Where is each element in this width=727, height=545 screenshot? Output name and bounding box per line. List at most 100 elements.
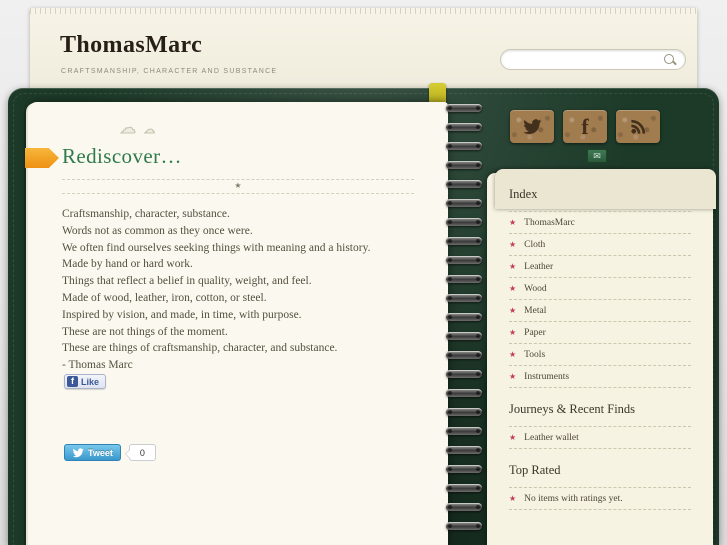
paper-torn-edge <box>30 8 697 14</box>
cloud-doodle-icon: ☁☁ <box>120 118 163 138</box>
post-line: Things that reflect a belief in quality,… <box>62 275 312 288</box>
facebook-like-button[interactable]: f Like <box>64 374 107 389</box>
spiral-ring <box>446 256 482 264</box>
rss-icon <box>630 119 645 134</box>
spiral-ring <box>446 275 482 283</box>
sidebar-item-label: Wood <box>524 283 547 294</box>
sidebar-item-label: Cloth <box>524 239 546 250</box>
tweet-count[interactable]: 0 <box>124 444 156 461</box>
sidebar-item-thomasmarc[interactable]: ★ ThomasMarc <box>509 212 691 234</box>
post-body: Craftsmanship, character, substance. Wor… <box>62 206 427 374</box>
spiral-binding <box>446 104 484 545</box>
like-label: Like <box>81 376 100 387</box>
sidebar-item-label: Metal <box>524 305 547 316</box>
post-line: These are things of craftsmanship, chara… <box>62 342 338 355</box>
search-input[interactable] <box>511 52 661 68</box>
post-line: - Thomas Marc <box>62 359 133 372</box>
sidebar-item-label: ThomasMarc <box>524 217 575 228</box>
sidebar-heading-index: Index <box>509 173 691 212</box>
facebook-icon: f <box>581 113 589 139</box>
spiral-ring <box>446 389 482 397</box>
spiral-ring <box>446 161 482 169</box>
spiral-ring <box>446 180 482 188</box>
sidebar-item-leather[interactable]: ★ Leather <box>509 256 691 278</box>
post-line: Made of wood, leather, iron, cotton, or … <box>62 291 267 304</box>
spiral-ring <box>446 332 482 340</box>
site-title[interactable]: ThomasMarc <box>60 32 202 59</box>
main-panel: ☁☁ Rediscover… ★ Craftsmanship, characte… <box>8 83 719 545</box>
spiral-ring <box>446 142 482 150</box>
spiral-ring <box>446 351 482 359</box>
email-link[interactable]: ✉ <box>587 149 607 163</box>
post-title[interactable]: Rediscover… <box>62 144 182 169</box>
twitter-bird-icon <box>72 447 84 457</box>
star-bullet-icon: ★ <box>509 349 517 359</box>
star-bullet-icon: ★ <box>509 493 517 503</box>
sidebar: Index ★ ThomasMarc ★ Cloth ★ Leather ★ Wood … <box>487 169 716 545</box>
post-line: We often find ourselves seeking things w… <box>62 241 371 254</box>
sidebar-item-tools[interactable]: ★ Tools <box>509 344 691 366</box>
sidebar-item-label: No items with ratings yet. <box>524 493 623 504</box>
sidebar-item-wood[interactable]: ★ Wood <box>509 278 691 300</box>
spiral-ring <box>446 237 482 245</box>
twitter-link[interactable] <box>510 110 554 143</box>
sidebar-item-instruments[interactable]: ★ Instruments <box>509 366 691 388</box>
search-icon[interactable] <box>664 54 677 67</box>
sidebar-item-leather-wallet[interactable]: ★ Leather wallet <box>509 427 691 449</box>
sidebar-heading-top-rated: Top Rated <box>509 449 691 488</box>
spiral-ring <box>446 218 482 226</box>
spiral-ring <box>446 370 482 378</box>
star-bullet-icon: ★ <box>509 432 517 442</box>
tweet-button[interactable]: Tweet <box>64 444 121 461</box>
post-line: Inspired by vision, and made, in time, w… <box>62 308 302 321</box>
star-bullet-icon: ★ <box>509 305 517 315</box>
sidebar-item-paper[interactable]: ★ Paper <box>509 322 691 344</box>
spiral-ring <box>446 484 482 492</box>
spiral-ring <box>446 465 482 473</box>
sidebar-item-no-ratings: ★ No items with ratings yet. <box>509 488 691 510</box>
star-bullet-icon: ★ <box>509 261 517 271</box>
star-bullet-icon: ★ <box>509 371 517 381</box>
spiral-ring <box>446 199 482 207</box>
sidebar-item-metal[interactable]: ★ Metal <box>509 300 691 322</box>
sidebar-item-label: Leather <box>524 261 554 272</box>
social-links: f <box>510 110 660 143</box>
spiral-ring <box>446 503 482 511</box>
star-bullet-icon: ★ <box>509 239 517 249</box>
sidebar-item-label: Instruments <box>524 371 570 382</box>
spiral-ring <box>446 104 482 112</box>
separator-star-icon: ★ <box>234 181 242 190</box>
blog-page: ThomasMarc CRAFTSMANSHIP, CHARACTER AND … <box>0 0 727 545</box>
tweet-label: Tweet <box>88 447 113 458</box>
sidebar-item-label: Tools <box>524 349 546 360</box>
facebook-link[interactable]: f <box>563 110 607 143</box>
post-line: These are not things of the moment. <box>62 325 228 338</box>
spiral-ring <box>446 313 482 321</box>
sidebar-heading-journeys: Journeys & Recent Finds <box>509 388 691 427</box>
sidebar-item-cloth[interactable]: ★ Cloth <box>509 234 691 256</box>
spiral-ring <box>446 294 482 302</box>
star-bullet-icon: ★ <box>509 283 517 293</box>
star-bullet-icon: ★ <box>509 217 517 227</box>
envelope-icon: ✉ <box>593 151 601 161</box>
post-line: Words not as common as they once were. <box>62 224 253 237</box>
spiral-ring <box>446 427 482 435</box>
spiral-ring <box>446 123 482 131</box>
post-line: Made by hand or hard work. <box>62 258 193 271</box>
site-header: ThomasMarc CRAFTSMANSHIP, CHARACTER AND … <box>30 8 697 92</box>
spiral-ring <box>446 408 482 416</box>
sidebar-item-label: Paper <box>524 327 546 338</box>
sidebar-item-label: Leather wallet <box>524 432 579 443</box>
spiral-ring <box>446 522 482 530</box>
tweet-row: Tweet 0 <box>64 444 156 461</box>
post-page: ☁☁ Rediscover… ★ Craftsmanship, characte… <box>28 102 448 545</box>
title-separator: ★ <box>62 179 414 194</box>
rss-link[interactable] <box>616 110 660 143</box>
spiral-ring <box>446 446 482 454</box>
post-line: Craftsmanship, character, substance. <box>62 208 230 220</box>
star-bullet-icon: ★ <box>509 327 517 337</box>
search-box <box>500 49 686 70</box>
twitter-icon <box>523 118 542 134</box>
site-tagline: CRAFTSMANSHIP, CHARACTER AND SUBSTANCE <box>61 68 278 75</box>
facebook-icon: f <box>67 376 78 387</box>
